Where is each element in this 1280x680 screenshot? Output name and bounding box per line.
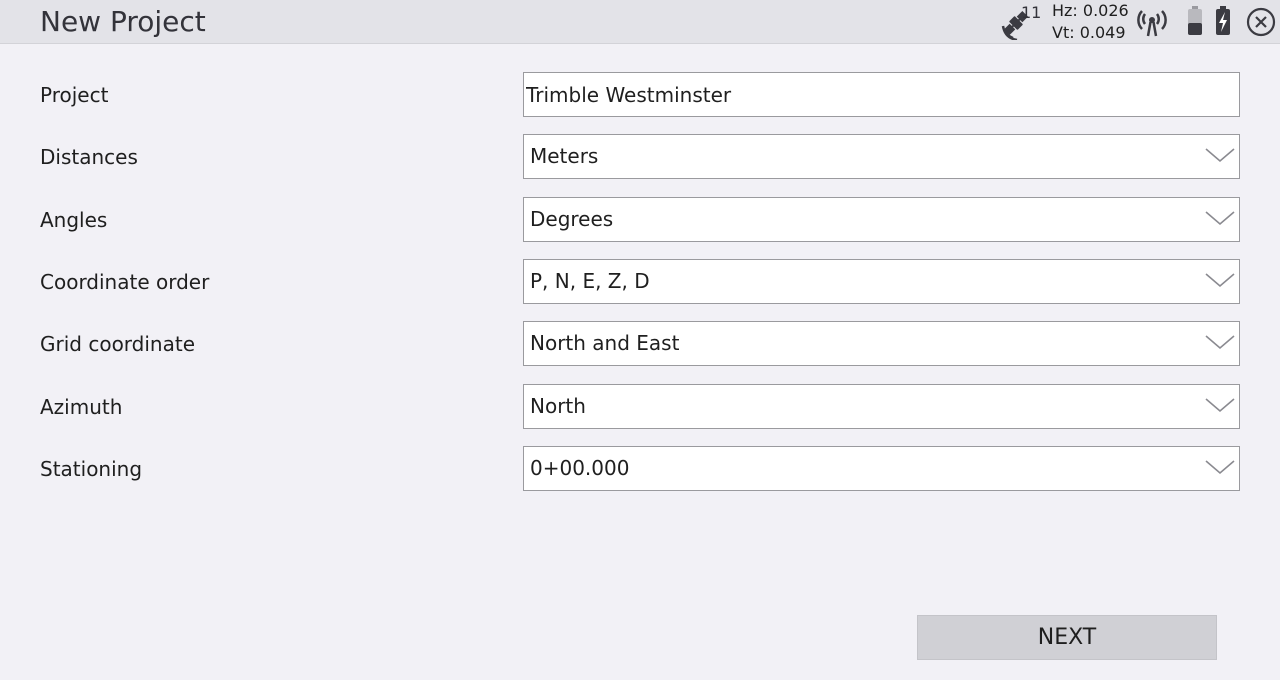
- chevron-down-icon: [1205, 148, 1235, 163]
- grid-coordinate-value: North and East: [530, 331, 680, 355]
- angles-value: Degrees: [530, 207, 614, 231]
- chevron-down-icon: [1205, 335, 1235, 350]
- satellite-count: 11: [1021, 3, 1042, 22]
- stationing-row: Stationing 0+00.000: [40, 446, 1240, 492]
- chevron-down-icon: [1205, 211, 1235, 226]
- azimuth-dropdown[interactable]: North: [523, 384, 1240, 429]
- angles-row: Angles Degrees: [40, 197, 1240, 243]
- grid-coordinate-row: Grid coordinate North and East: [40, 321, 1240, 367]
- project-field[interactable]: [523, 72, 1240, 117]
- coordinate-order-label: Coordinate order: [40, 270, 210, 294]
- distances-dropdown[interactable]: Meters: [523, 134, 1240, 179]
- azimuth-value: North: [530, 394, 586, 418]
- azimuth-label: Azimuth: [40, 395, 123, 419]
- stationing-label: Stationing: [40, 457, 143, 481]
- grid-coordinate-dropdown[interactable]: North and East: [523, 321, 1240, 366]
- chevron-down-icon: [1205, 460, 1235, 475]
- coordinate-order-row: Coordinate order P, N, E, Z, D: [40, 259, 1240, 305]
- title-bar: New Project 11 Hz: 0.026 Vt: 0.049: [0, 0, 1280, 44]
- project-input[interactable]: [524, 73, 1239, 116]
- stationing-dropdown[interactable]: 0+00.000: [523, 446, 1240, 491]
- chevron-down-icon: [1205, 273, 1235, 288]
- angles-dropdown[interactable]: Degrees: [523, 197, 1240, 242]
- coordinate-order-dropdown[interactable]: P, N, E, Z, D: [523, 259, 1240, 304]
- next-button[interactable]: NEXT: [917, 615, 1217, 660]
- battery-charging-icon[interactable]: [1215, 6, 1233, 36]
- azimuth-row: Azimuth North: [40, 384, 1240, 430]
- coordinate-order-value: P, N, E, Z, D: [530, 269, 650, 293]
- project-label: Project: [40, 83, 109, 107]
- vt-precision: Vt: 0.049: [1052, 23, 1126, 42]
- grid-coordinate-label: Grid coordinate: [40, 332, 195, 356]
- close-icon[interactable]: [1246, 7, 1276, 37]
- distances-label: Distances: [40, 145, 138, 169]
- battery-icon[interactable]: [1187, 6, 1205, 36]
- precision-readout[interactable]: Hz: 0.026 Vt: 0.049: [1052, 0, 1129, 44]
- distances-value: Meters: [530, 144, 599, 168]
- angles-label: Angles: [40, 208, 108, 232]
- satellite-status[interactable]: 11: [1001, 4, 1051, 40]
- radio-icon[interactable]: [1136, 7, 1168, 37]
- project-row: Project: [40, 72, 1240, 118]
- chevron-down-icon: [1205, 398, 1235, 413]
- stationing-value: 0+00.000: [530, 456, 630, 480]
- distances-row: Distances Meters: [40, 134, 1240, 180]
- hz-precision: Hz: 0.026: [1052, 1, 1129, 20]
- page-title: New Project: [40, 5, 206, 38]
